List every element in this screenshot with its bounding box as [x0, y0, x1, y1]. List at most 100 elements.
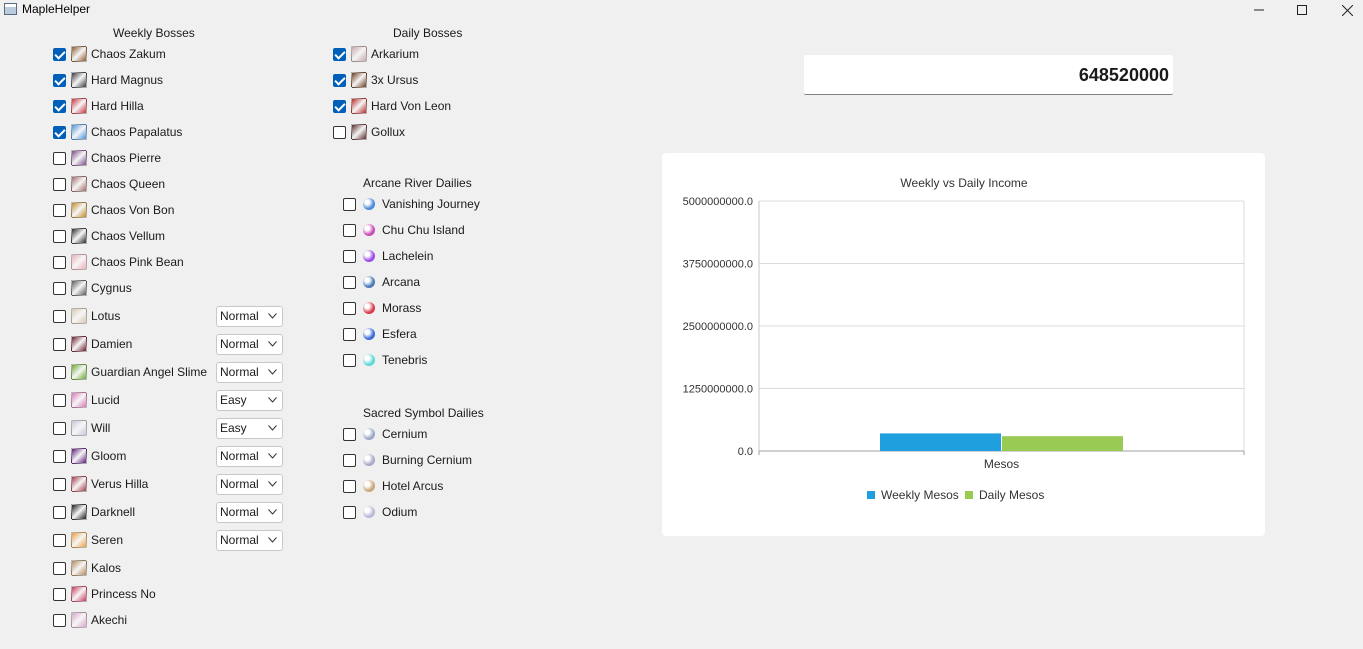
checkbox-row-chaos-von-bon[interactable]: Chaos Von Bon: [53, 200, 174, 220]
checkbox-row-princess-no[interactable]: Princess No: [53, 584, 156, 604]
checkbox-chaos-vellum[interactable]: [53, 229, 66, 243]
checkbox-row-vanishing-journey[interactable]: Vanishing Journey: [343, 194, 480, 214]
checkbox-row-will[interactable]: Will: [53, 418, 110, 438]
checkbox-hard-magnus[interactable]: [53, 73, 66, 87]
checkbox-cernium[interactable]: [343, 427, 356, 441]
label-chu-chu-island: Chu Chu Island: [382, 223, 465, 237]
difficulty-select-lotus[interactable]: Normal: [216, 306, 283, 327]
difficulty-select-damien[interactable]: Normal: [216, 334, 283, 355]
minimize-icon: [1254, 9, 1264, 11]
close-button[interactable]: [1325, 0, 1363, 20]
maximize-button[interactable]: [1280, 0, 1324, 20]
checkbox-chu-chu-island[interactable]: [343, 223, 356, 237]
checkbox-row-chaos-pierre[interactable]: Chaos Pierre: [53, 148, 161, 168]
minimize-button[interactable]: [1237, 0, 1281, 20]
checkbox-chaos-pink-bean[interactable]: [53, 255, 66, 269]
checkbox-vanishing-journey[interactable]: [343, 197, 356, 211]
chevron-down-icon: [268, 369, 277, 375]
maximize-icon: [1297, 5, 1307, 15]
checkbox-row-damien[interactable]: Damien: [53, 334, 132, 354]
checkbox-row-hotel-arcus[interactable]: Hotel Arcus: [343, 476, 443, 496]
checkbox-row-hard-hilla[interactable]: Hard Hilla: [53, 96, 144, 116]
difficulty-select-guardian-angel-slime[interactable]: Normal: [216, 362, 283, 383]
checkbox-princess-no[interactable]: [53, 587, 66, 601]
checkbox-seren[interactable]: [53, 533, 66, 547]
checkbox-chaos-queen[interactable]: [53, 177, 66, 191]
checkbox-3x-ursus[interactable]: [333, 73, 346, 87]
checkbox-tenebris[interactable]: [343, 353, 356, 367]
difficulty-select-seren[interactable]: Normal: [216, 530, 283, 551]
checkbox-gloom[interactable]: [53, 449, 66, 463]
difficulty-select-gloom[interactable]: Normal: [216, 446, 283, 467]
checkbox-row-kalos[interactable]: Kalos: [53, 558, 121, 578]
checkbox-row-esfera[interactable]: Esfera: [343, 324, 417, 344]
checkbox-row-gloom[interactable]: Gloom: [53, 446, 126, 466]
label-akechi: Akechi: [91, 613, 128, 627]
checkbox-cygnus[interactable]: [53, 281, 66, 295]
checkbox-burning-cernium[interactable]: [343, 453, 356, 467]
checkbox-row-hard-magnus[interactable]: Hard Magnus: [53, 70, 163, 90]
checkbox-row-arkarium[interactable]: Arkarium: [333, 44, 419, 64]
checkbox-row-morass[interactable]: Morass: [343, 298, 421, 318]
checkbox-row-akechi[interactable]: Akechi: [53, 610, 127, 630]
checkbox-lotus[interactable]: [53, 309, 66, 323]
difficulty-select-verus-hilla[interactable]: Normal: [216, 474, 283, 495]
checkbox-row-darknell[interactable]: Darknell: [53, 502, 135, 522]
checkbox-row-cygnus[interactable]: Cygnus: [53, 278, 132, 298]
checkbox-row-3x-ursus[interactable]: 3x Ursus: [333, 70, 418, 90]
checkbox-row-hard-von-leon[interactable]: Hard Von Leon: [333, 96, 451, 116]
checkbox-row-chaos-vellum[interactable]: Chaos Vellum: [53, 226, 165, 246]
checkbox-row-cernium[interactable]: Cernium: [343, 424, 427, 444]
checkbox-arkarium[interactable]: [333, 47, 346, 61]
checkbox-hotel-arcus[interactable]: [343, 479, 356, 493]
lotus-icon: [71, 308, 87, 324]
checkbox-row-chu-chu-island[interactable]: Chu Chu Island: [343, 220, 465, 240]
difficulty-select-lucid[interactable]: Easy: [216, 390, 283, 411]
checkbox-row-tenebris[interactable]: Tenebris: [343, 350, 427, 370]
checkbox-chaos-zakum[interactable]: [53, 47, 66, 61]
checkbox-damien[interactable]: [53, 337, 66, 351]
checkbox-row-chaos-pink-bean[interactable]: Chaos Pink Bean: [53, 252, 184, 272]
difficulty-value: Normal: [220, 533, 259, 547]
checkbox-row-gollux[interactable]: Gollux: [333, 122, 405, 142]
checkbox-row-burning-cernium[interactable]: Burning Cernium: [343, 450, 472, 470]
checkbox-row-seren[interactable]: Seren: [53, 530, 123, 550]
checkbox-row-lotus[interactable]: Lotus: [53, 306, 120, 326]
label-verus-hilla: Verus Hilla: [91, 477, 149, 491]
checkbox-lachelein[interactable]: [343, 249, 356, 263]
checkbox-gollux[interactable]: [333, 125, 346, 139]
checkbox-arcana[interactable]: [343, 275, 356, 289]
checkbox-row-chaos-papalatus[interactable]: Chaos Papalatus: [53, 122, 182, 142]
checkbox-row-guardian-angel-slime[interactable]: Guardian Angel Slime: [53, 362, 207, 382]
difficulty-select-darknell[interactable]: Normal: [216, 502, 283, 523]
checkbox-lucid[interactable]: [53, 393, 66, 407]
checkbox-row-arcana[interactable]: Arcana: [343, 272, 420, 292]
checkbox-row-chaos-queen[interactable]: Chaos Queen: [53, 174, 165, 194]
checkbox-verus-hilla[interactable]: [53, 477, 66, 491]
checkbox-darknell[interactable]: [53, 505, 66, 519]
checkbox-row-lucid[interactable]: Lucid: [53, 390, 120, 410]
checkbox-morass[interactable]: [343, 301, 356, 315]
checkbox-chaos-von-bon[interactable]: [53, 203, 66, 217]
label-hard-von-leon: Hard Von Leon: [371, 99, 452, 113]
total-mesos-field[interactable]: 648520000: [804, 55, 1173, 95]
checkbox-will[interactable]: [53, 421, 66, 435]
checkbox-esfera[interactable]: [343, 327, 356, 341]
checkbox-chaos-papalatus[interactable]: [53, 125, 66, 139]
checkbox-row-verus-hilla[interactable]: Verus Hilla: [53, 474, 148, 494]
label-chaos-von-bon: Chaos Von Bon: [91, 203, 175, 217]
checkbox-hard-hilla[interactable]: [53, 99, 66, 113]
label-lachelein: Lachelein: [382, 249, 434, 263]
label-burning-cernium: Burning Cernium: [382, 453, 473, 467]
checkbox-chaos-pierre[interactable]: [53, 151, 66, 165]
checkbox-hard-von-leon[interactable]: [333, 99, 346, 113]
checkbox-row-odium[interactable]: Odium: [343, 502, 417, 522]
checkbox-akechi[interactable]: [53, 613, 66, 627]
checkbox-row-chaos-zakum[interactable]: Chaos Zakum: [53, 44, 166, 64]
checkbox-guardian-angel-slime[interactable]: [53, 365, 66, 379]
checkbox-odium[interactable]: [343, 505, 356, 519]
hard-von-leon-icon: [351, 98, 367, 114]
checkbox-row-lachelein[interactable]: Lachelein: [343, 246, 433, 266]
checkbox-kalos[interactable]: [53, 561, 66, 575]
difficulty-select-will[interactable]: Easy: [216, 418, 283, 439]
